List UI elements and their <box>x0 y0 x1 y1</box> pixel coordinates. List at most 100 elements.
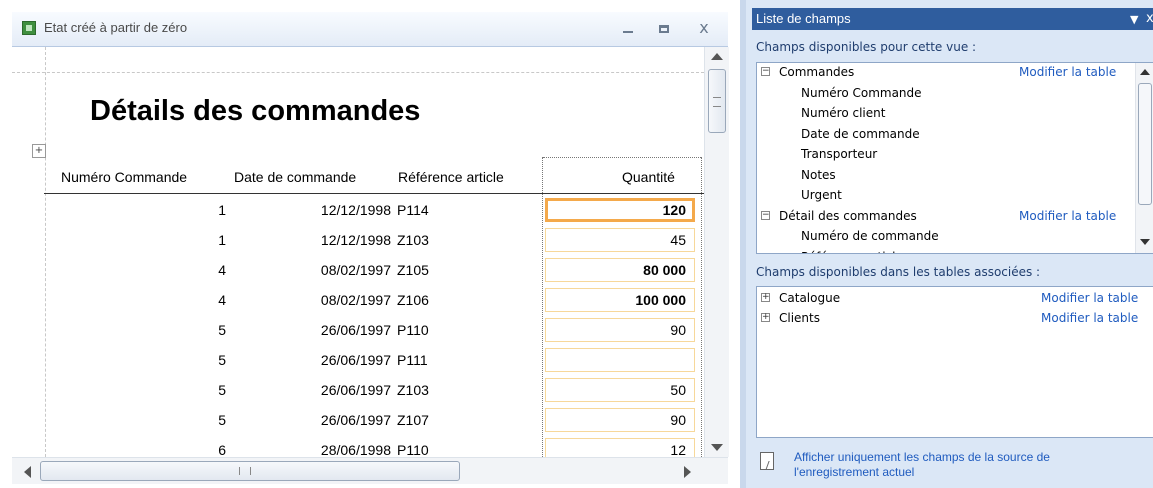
order-date-cell[interactable]: 26/06/1997 <box>321 352 391 368</box>
table-row[interactable]: 6 28/06/1998 P110 12 <box>12 436 704 457</box>
table-row[interactable]: 5 26/06/1997 P111 <box>12 346 704 376</box>
item-reference-cell[interactable]: P114 <box>397 202 429 218</box>
item-reference-cell[interactable]: Z103 <box>397 232 429 248</box>
report-horizontal-scrollbar[interactable] <box>12 457 728 484</box>
table-row[interactable]: 5 26/06/1997 Z103 50 <box>12 376 704 406</box>
field-name[interactable]: Référence article <box>801 250 903 254</box>
quantity-cell[interactable]: 50 <box>545 378 695 402</box>
order-number-cell[interactable]: 5 <box>218 412 226 428</box>
order-date-cell[interactable]: 26/06/1997 <box>321 412 391 428</box>
table-name[interactable]: Détail des commandes <box>779 209 917 223</box>
collapse-icon[interactable]: − <box>761 67 770 76</box>
report-titlebar[interactable]: Etat créé à partir de zéro x <box>12 12 728 47</box>
quantity-cell[interactable]: 90 <box>545 408 695 432</box>
order-number-cell[interactable]: 1 <box>218 232 226 248</box>
item-reference-cell[interactable]: Z105 <box>397 262 429 278</box>
order-date-cell[interactable]: 12/12/1998 <box>321 232 391 248</box>
maximize-button[interactable] <box>652 16 676 40</box>
field-item[interactable]: Notes <box>757 166 1153 186</box>
dropdown-icon[interactable]: ▼ <box>1130 13 1138 26</box>
order-number-cell[interactable]: 5 <box>218 382 226 398</box>
close-icon[interactable]: x <box>1146 11 1153 26</box>
order-date-cell[interactable]: 26/06/1997 <box>321 382 391 398</box>
field-name[interactable]: Notes <box>801 168 836 182</box>
field-name[interactable]: Numéro de commande <box>801 229 939 243</box>
field-name[interactable]: Transporteur <box>801 147 877 161</box>
order-date-cell[interactable]: 08/02/1997 <box>321 262 391 278</box>
order-number-cell[interactable]: 5 <box>218 352 226 368</box>
scroll-left-icon[interactable] <box>24 466 31 478</box>
modify-table-link[interactable]: Modifier la table <box>1019 209 1116 223</box>
field-item[interactable]: Transporteur <box>757 145 1153 165</box>
table-node[interactable]: − Commandes Modifier la table <box>757 63 1153 83</box>
expand-icon[interactable]: + <box>761 313 770 322</box>
scroll-up-icon[interactable] <box>711 53 723 60</box>
report-vertical-scrollbar[interactable] <box>704 47 729 457</box>
report-design-surface[interactable]: Détails des commandes + Numéro Commande … <box>12 47 704 457</box>
quantity-cell[interactable]: 45 <box>545 228 695 252</box>
column-header-ref[interactable]: Référence article <box>398 169 504 185</box>
order-number-cell[interactable]: 4 <box>218 292 226 308</box>
fields-scrollbar[interactable] <box>1135 63 1153 253</box>
close-button[interactable]: x <box>692 16 716 40</box>
table-row[interactable]: 4 08/02/1997 Z105 80 000 <box>12 256 704 286</box>
available-fields-list[interactable]: − Commandes Modifier la table Numéro Comman… <box>756 62 1153 254</box>
related-table-node[interactable]: + Clients Modifier la table <box>757 309 1153 329</box>
field-name[interactable]: Numéro client <box>801 106 885 120</box>
item-reference-cell[interactable]: P111 <box>397 352 428 368</box>
field-name[interactable]: Numéro Commande <box>801 86 922 100</box>
table-node[interactable]: − Détail des commandes Modifier la table <box>757 207 1153 227</box>
horizontal-scroll-thumb[interactable] <box>40 461 460 481</box>
fields-scroll-thumb[interactable] <box>1138 83 1152 205</box>
filter-fields-icon[interactable] <box>760 452 774 470</box>
table-name[interactable]: Commandes <box>779 65 854 79</box>
order-date-cell[interactable]: 28/06/1998 <box>321 442 391 457</box>
order-date-cell[interactable]: 12/12/1998 <box>321 202 391 218</box>
modify-table-link[interactable]: Modifier la table <box>1019 65 1116 79</box>
related-table-node[interactable]: + Catalogue Modifier la table <box>757 289 1153 309</box>
minimize-button[interactable] <box>616 16 640 40</box>
scroll-up-icon[interactable] <box>1140 69 1150 75</box>
scroll-down-icon[interactable] <box>711 444 723 451</box>
order-number-cell[interactable]: 4 <box>218 262 226 278</box>
scroll-down-icon[interactable] <box>1140 239 1150 245</box>
vertical-scroll-thumb[interactable] <box>708 69 726 133</box>
related-fields-list[interactable]: + Catalogue Modifier la table + Clients Modif… <box>756 286 1153 438</box>
table-name[interactable]: Catalogue <box>779 291 840 305</box>
table-row[interactable]: 5 26/06/1997 Z107 90 <box>12 406 704 436</box>
quantity-cell[interactable]: 80 000 <box>545 258 695 282</box>
field-item[interactable]: Date de commande <box>757 125 1153 145</box>
order-number-cell[interactable]: 6 <box>218 442 226 457</box>
quantity-cell[interactable] <box>545 348 695 372</box>
item-reference-cell[interactable]: Z107 <box>397 412 429 428</box>
table-row[interactable]: 1 12/12/1998 P114 120 <box>12 196 704 226</box>
column-header-num[interactable]: Numéro Commande <box>61 169 187 185</box>
field-item[interactable]: Numéro de commande <box>757 227 1153 247</box>
table-row[interactable]: 5 26/06/1997 P110 90 <box>12 316 704 346</box>
item-reference-cell[interactable]: Z106 <box>397 292 429 308</box>
table-row[interactable]: 1 12/12/1998 Z103 45 <box>12 226 704 256</box>
field-item[interactable]: Urgent <box>757 186 1153 206</box>
order-date-cell[interactable]: 08/02/1997 <box>321 292 391 308</box>
item-reference-cell[interactable]: P110 <box>397 322 429 338</box>
field-item[interactable]: Référence article <box>757 248 1153 254</box>
field-name[interactable]: Urgent <box>801 188 842 202</box>
layout-move-handle-icon[interactable]: + <box>32 144 46 158</box>
column-header-qty[interactable]: Quantité <box>622 169 675 185</box>
table-name[interactable]: Clients <box>779 311 820 325</box>
quantity-cell[interactable]: 120 <box>545 198 695 222</box>
expand-icon[interactable]: + <box>761 293 770 302</box>
field-item[interactable]: Numéro client <box>757 104 1153 124</box>
field-name[interactable]: Date de commande <box>801 127 920 141</box>
field-item[interactable]: Numéro Commande <box>757 84 1153 104</box>
modify-table-link[interactable]: Modifier la table <box>1041 311 1138 325</box>
item-reference-cell[interactable]: P110 <box>397 442 429 457</box>
order-number-cell[interactable]: 5 <box>218 322 226 338</box>
collapse-icon[interactable]: − <box>761 210 770 220</box>
order-number-cell[interactable]: 1 <box>218 202 226 218</box>
quantity-cell[interactable]: 90 <box>545 318 695 342</box>
item-reference-cell[interactable]: Z103 <box>397 382 429 398</box>
column-header-date[interactable]: Date de commande <box>234 169 356 185</box>
quantity-cell[interactable]: 12 <box>545 438 695 457</box>
report-title[interactable]: Détails des commandes <box>90 95 420 128</box>
